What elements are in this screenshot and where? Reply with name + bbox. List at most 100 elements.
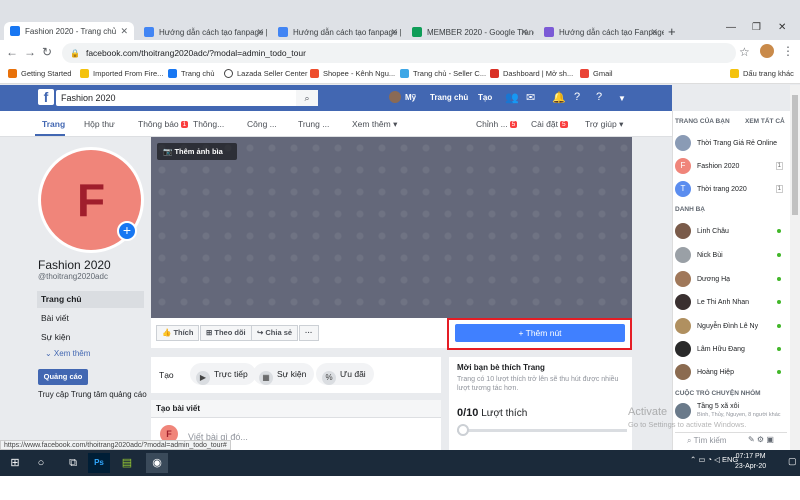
bookmark-imported[interactable]: Imported From Fire...	[80, 69, 163, 78]
maximize-icon[interactable]: ❐	[752, 22, 761, 33]
facebook-icon	[168, 69, 177, 78]
close-tab-icon[interactable]: ✕	[390, 27, 398, 38]
shopee-icon	[310, 69, 319, 78]
dashboard-icon	[490, 69, 499, 78]
calendar-icon: ▦	[259, 371, 273, 385]
facebook-logo-icon[interactable]: f	[38, 89, 54, 105]
tab-huong-dan-1[interactable]: Hướng dẫn cách tạo fanpage | ✕	[138, 24, 270, 40]
close-tab-icon[interactable]: ✕	[650, 27, 658, 38]
profile-avatar[interactable]	[760, 44, 774, 58]
left-menu-home[interactable]: Trang chủ	[37, 291, 144, 308]
tab-huong-dan-2[interactable]: Hướng dẫn cách tạo fanpage | ✕	[272, 24, 404, 40]
nav-cong-cu[interactable]: Công ...	[247, 119, 277, 129]
search-input[interactable]: Fashion 2020	[56, 90, 318, 106]
like-icon: 👍	[162, 328, 174, 337]
lock-icon: 🔒	[70, 48, 80, 58]
offer-button[interactable]: % Ưu đãi	[316, 363, 374, 385]
app-icon[interactable]: ▤	[116, 453, 138, 473]
bookmark-other[interactable]: Dấu trang khác	[730, 69, 794, 78]
follow-button[interactable]: ⊞ Theo dõi	[200, 325, 252, 341]
url-input[interactable]: 🔒 facebook.com/thoitrang2020adc/?modal=ad…	[62, 43, 736, 63]
profile-link[interactable]: Mỹ	[405, 93, 416, 102]
notifications-icon[interactable]: 🔔	[552, 91, 566, 104]
add-cover-button[interactable]: 📷 Thêm ảnh bìa	[157, 143, 237, 160]
create-link[interactable]: Tạo	[478, 93, 492, 102]
tab-huong-dan-fanpage[interactable]: Hướng dẫn cách tạo Fanpage ✕	[538, 24, 664, 40]
page-handle[interactable]: @thoitrang2020adc	[38, 272, 108, 281]
chat-tools-icons[interactable]: ✎ ⚙ ▣	[748, 435, 774, 444]
user-avatar[interactable]	[389, 91, 401, 103]
nav-chinh-sua[interactable]: Chỉnh ... 5	[476, 119, 518, 129]
online-indicator	[777, 229, 781, 233]
nav-thong-bao[interactable]: Thông báo 1	[138, 119, 189, 129]
contact-item[interactable]: Linh Châu	[675, 221, 785, 241]
account-menu-icon[interactable]: ▼	[618, 94, 626, 103]
see-more-link[interactable]: ⌄ Xem thêm	[45, 349, 90, 358]
bookmark-lazada[interactable]: Lazada Seller Center	[224, 69, 307, 78]
page-item[interactable]: F Fashion 2020 1	[675, 156, 785, 176]
minimize-icon[interactable]: —	[726, 22, 736, 33]
scrollbar-thumb[interactable]	[792, 95, 798, 215]
bookmark-star-icon[interactable]: ☆	[739, 45, 750, 59]
bookmark-dashboard[interactable]: Dashboard | Mở sh...	[490, 69, 573, 78]
nav-thong-tin[interactable]: Thông...	[193, 119, 224, 129]
contact-item[interactable]: Le Thi Anh Nhan	[675, 292, 785, 312]
task-view-icon[interactable]: ⧉	[62, 453, 84, 473]
page-item[interactable]: T Thời trang 2020 1	[675, 179, 785, 199]
clock[interactable]: 07:17 PM 23-Apr-20	[735, 452, 766, 472]
contact-item[interactable]: Nguyễn Đình Lê Ny	[675, 316, 785, 336]
contact-item[interactable]: Dương Hạ	[675, 269, 785, 289]
nav-hop-thu[interactable]: Hộp thư	[84, 119, 115, 129]
share-button[interactable]: ↪ Chia sẻ	[251, 325, 299, 341]
photoshop-icon[interactable]: Ps	[88, 453, 110, 473]
nav-trang[interactable]: Trang	[42, 119, 65, 129]
event-button[interactable]: ▦ Sự kiện	[253, 363, 315, 385]
close-window-icon[interactable]: ✕	[778, 22, 786, 33]
like-button[interactable]: 👍 Thích	[156, 325, 200, 341]
nav-trung-tam[interactable]: Trung ...	[298, 119, 329, 129]
home-link[interactable]: Trang chủ	[430, 93, 468, 102]
contact-item[interactable]: Lâm Hữu Đang	[675, 339, 785, 359]
see-all-link[interactable]: XEM TẤT CẢ	[745, 118, 785, 125]
ads-center-link[interactable]: Truy cập Trung tâm quảng cáo	[38, 390, 148, 400]
notifications-center-icon[interactable]: ▢	[788, 456, 797, 467]
search-icon[interactable]: ⌕	[296, 90, 318, 106]
help-icon[interactable]: ?	[596, 91, 602, 103]
close-tab-icon[interactable]: ✕	[120, 26, 128, 37]
bookmark-getting-started[interactable]: Getting Started	[8, 69, 71, 78]
close-tab-icon[interactable]: ✕	[520, 27, 528, 38]
back-icon[interactable]: ←	[6, 45, 18, 59]
windows-start-icon[interactable]: ⊞	[4, 453, 26, 473]
promote-button[interactable]: Quảng cáo	[38, 369, 88, 385]
forward-icon[interactable]: →	[24, 45, 36, 59]
page-item[interactable]: Thời Trang Giá Rẻ Online	[675, 133, 785, 153]
bookmark-seller-center[interactable]: Trang chủ - Seller C...	[400, 69, 486, 78]
contact-item[interactable]: Hoàng Hiệp	[675, 362, 785, 382]
nav-tro-giup[interactable]: Trợ giúp ▾	[585, 119, 623, 130]
friends-icon[interactable]: 👥	[505, 91, 519, 104]
system-tray[interactable]: ⌃ ▭ ◔ ◁ ENG	[690, 455, 738, 464]
messenger-icon[interactable]: ✉	[526, 91, 535, 104]
left-menu-events[interactable]: Sự kiện	[37, 329, 144, 346]
new-tab-button[interactable]: +	[668, 24, 676, 39]
nav-cai-dat[interactable]: Cài đặt 5	[531, 119, 568, 129]
bookmark-gmail[interactable]: Gmail	[580, 69, 613, 78]
left-menu-posts[interactable]: Bài viết	[37, 310, 144, 327]
firefox-icon	[8, 69, 17, 78]
contact-item[interactable]: Nick Bùi	[675, 245, 785, 265]
reload-icon[interactable]: ↻	[42, 45, 52, 59]
more-options-button[interactable]: ···	[299, 325, 319, 341]
add-photo-icon[interactable]: +	[117, 221, 137, 241]
folder-icon	[80, 69, 89, 78]
live-button[interactable]: ▶ Trực tiếp	[190, 363, 256, 385]
bookmark-trang-chu[interactable]: Trang chủ	[168, 69, 215, 78]
tab-fashion-2020[interactable]: Fashion 2020 - Trang chủ ✕	[4, 22, 134, 40]
quick-help-icon[interactable]: ?	[574, 91, 580, 103]
nav-xem-them[interactable]: Xem thêm ▾	[352, 119, 397, 130]
browser-menu-icon[interactable]: ⋮	[782, 44, 794, 58]
chrome-icon[interactable]: ◉	[146, 453, 168, 473]
search-circle-icon[interactable]: ○	[30, 453, 52, 473]
bookmark-shopee[interactable]: Shopee - Kênh Ngu...	[310, 69, 395, 78]
close-tab-icon[interactable]: ✕	[256, 27, 264, 38]
tab-member-2020[interactable]: MEMBER 2020 - Google Trang ✕	[406, 24, 534, 40]
